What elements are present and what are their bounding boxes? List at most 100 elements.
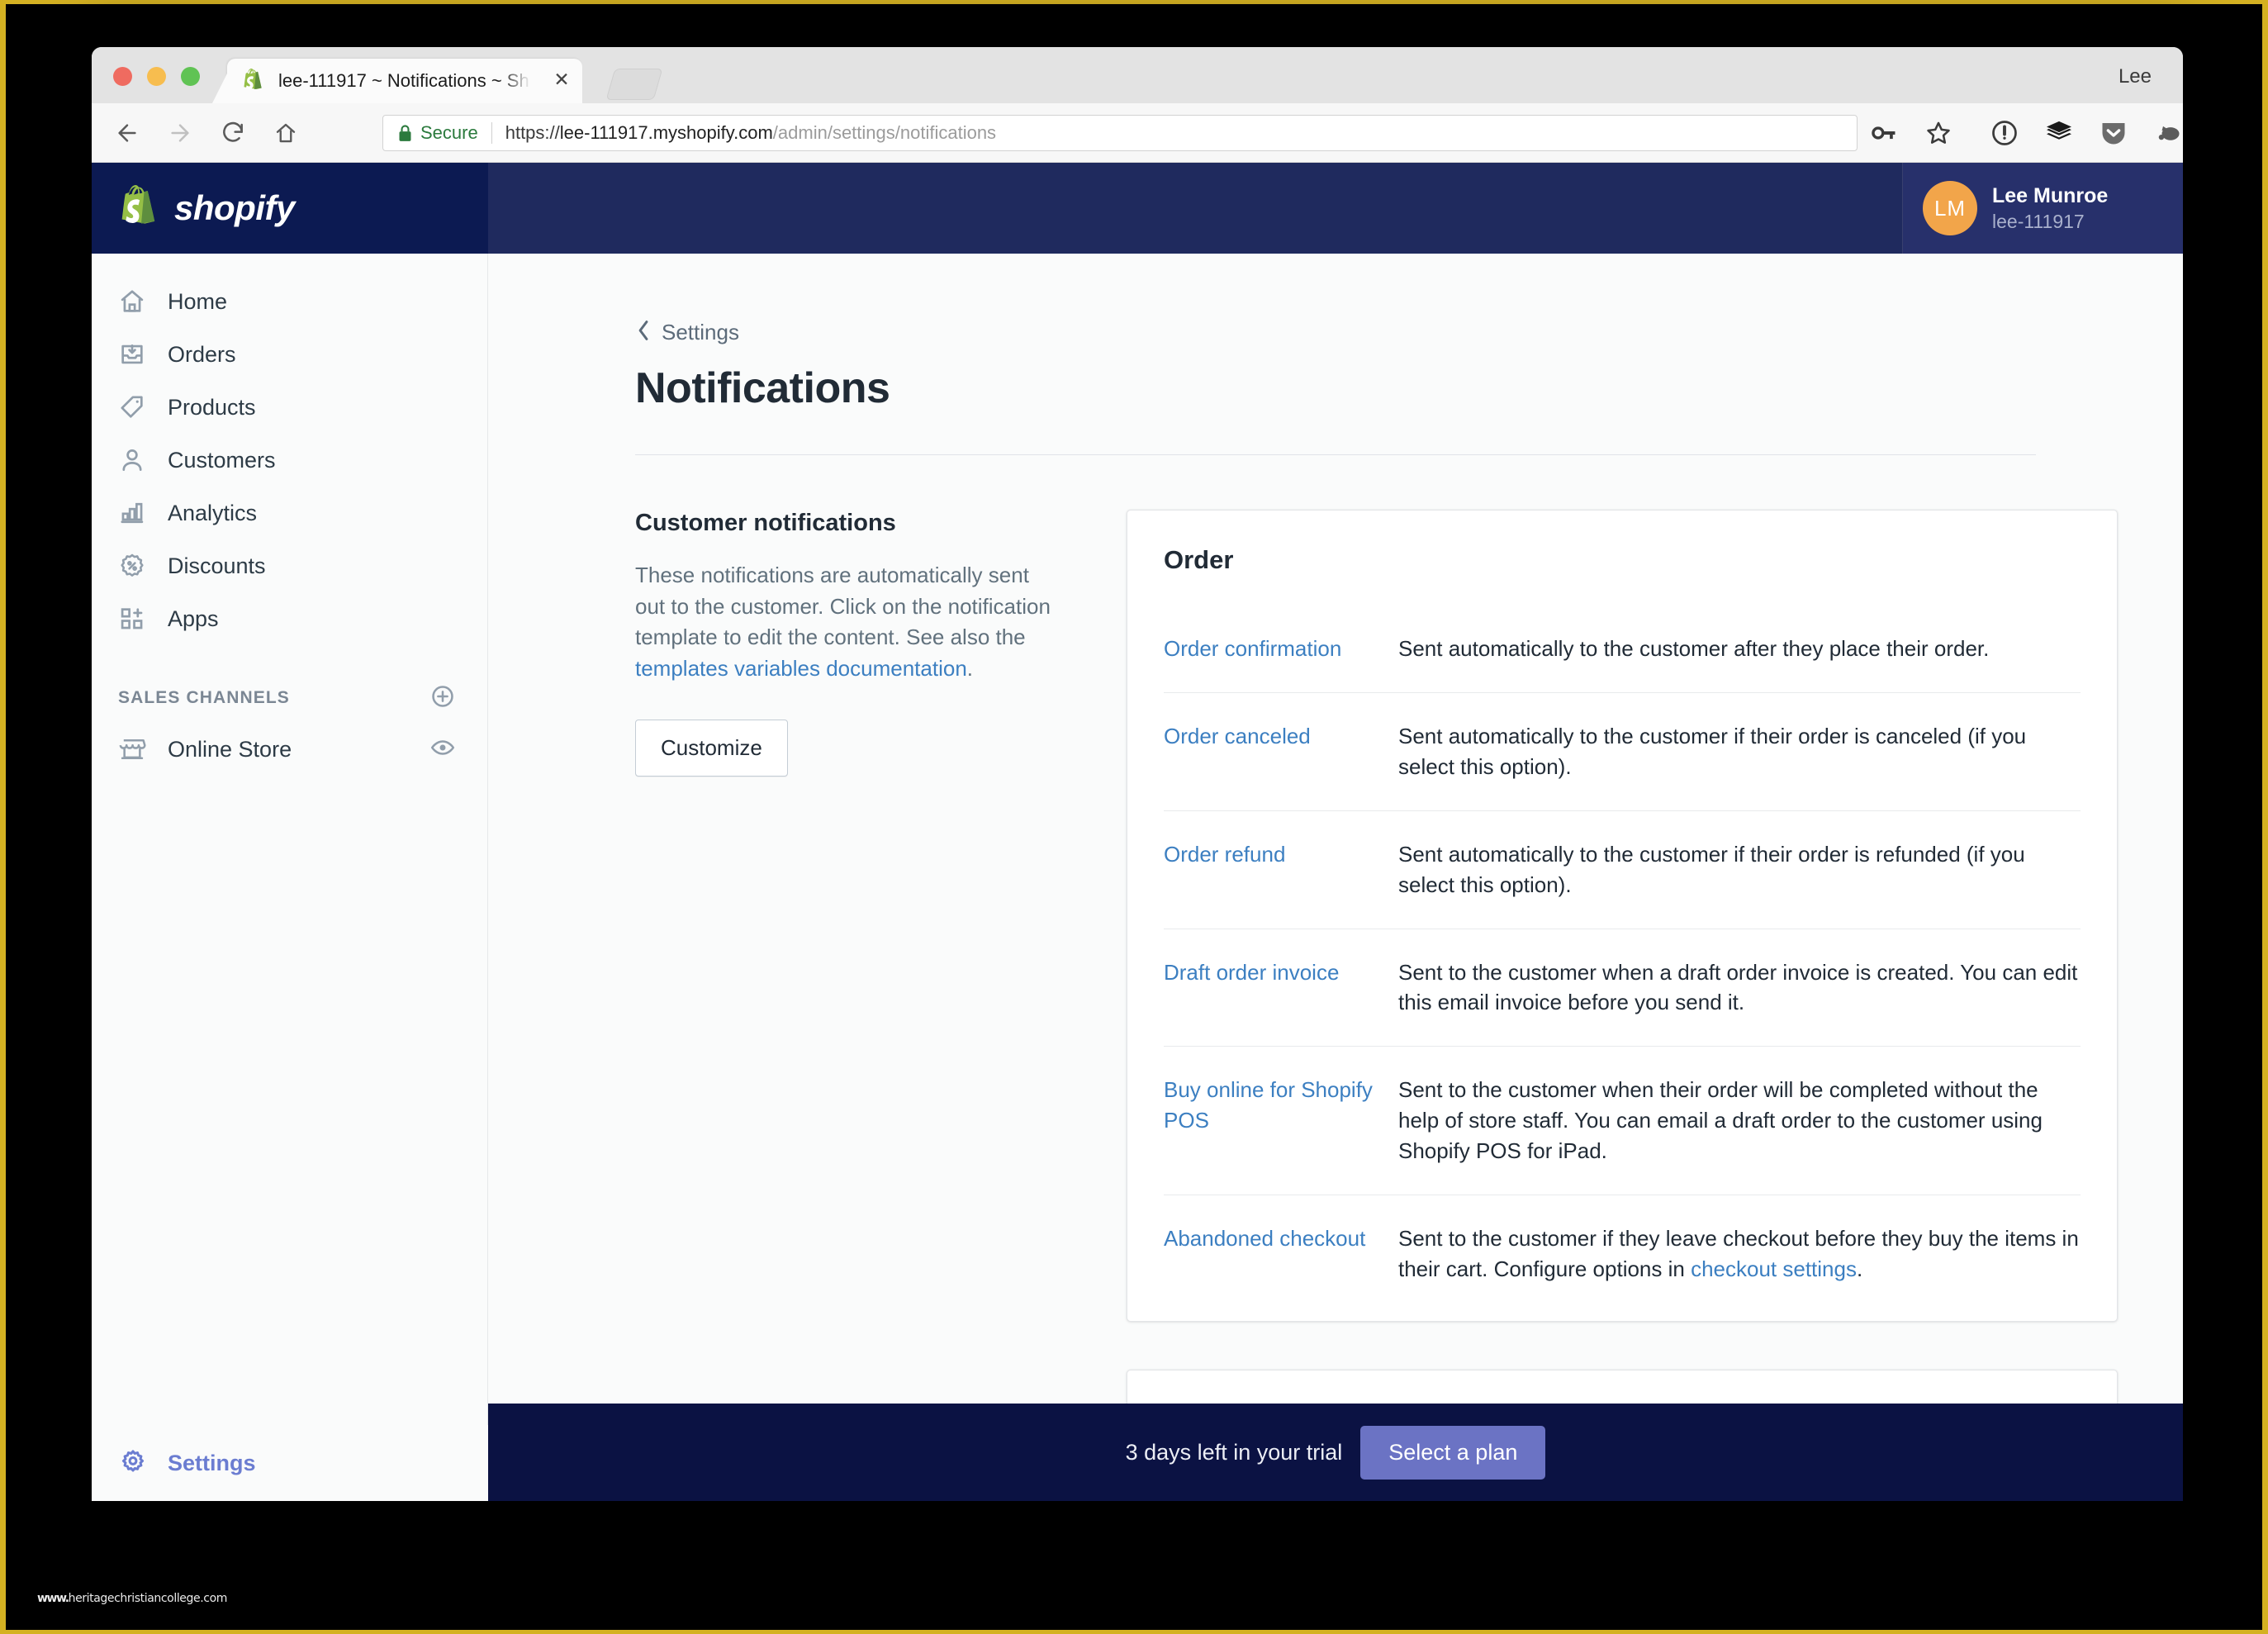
order-card: Order Order confirmation Sent automatica… <box>1127 510 2118 1322</box>
sidebar-item-label: Online Store <box>168 736 292 762</box>
buffer-layers-icon[interactable] <box>2043 116 2076 150</box>
sidebar-item-home[interactable]: Home <box>92 275 487 328</box>
sidebar-item-apps[interactable]: Apps <box>92 592 487 645</box>
user-store: lee-111917 <box>1992 210 2085 232</box>
notification-row[interactable]: Order canceled Sent automatically to the… <box>1164 691 2081 810</box>
notification-cards: Order Order confirmation Sent automatica… <box>1127 510 2118 1501</box>
trial-text: 3 days left in your trial <box>1125 1439 1343 1465</box>
tag-icon <box>118 393 154 421</box>
sidebar-item-label: Apps <box>168 606 219 631</box>
url-scheme: https:// <box>505 122 560 143</box>
profile-name-label[interactable]: Lee <box>2119 65 2152 88</box>
sidebar-item-label: Analytics <box>168 500 258 525</box>
notification-description: Sent automatically to the customer after… <box>1398 636 1990 661</box>
window-close-button[interactable] <box>113 67 132 86</box>
shopify-favicon-icon <box>242 69 267 93</box>
breadcrumb[interactable]: Settings <box>635 320 2183 345</box>
apps-grid-icon <box>118 605 154 633</box>
notification-description: Sent to the customer when their order wi… <box>1398 1077 2043 1164</box>
avatar: LM <box>1923 181 1977 235</box>
evernote-icon[interactable] <box>2152 116 2183 150</box>
new-tab-button[interactable] <box>605 69 663 100</box>
watermark: www.heritagechristiancollege.com <box>37 1592 227 1605</box>
sidebar-item-label: Customers <box>168 447 276 473</box>
browser-window: lee-111917 ~ Notifications ~ Sh ✕ Lee Se… <box>92 47 2183 1501</box>
forward-icon[interactable] <box>163 116 197 150</box>
title-divider <box>635 454 2036 455</box>
sidebar-item-settings[interactable]: Settings <box>92 1425 488 1501</box>
checkout-settings-link[interactable]: checkout settings <box>1691 1256 1857 1281</box>
sidebar-item-label: Discounts <box>168 553 266 578</box>
url-divider <box>491 122 492 144</box>
eye-icon[interactable] <box>429 734 456 765</box>
sidebar-item-label: Orders <box>168 341 236 367</box>
customize-button[interactable]: Customize <box>635 719 788 777</box>
notification-description-suffix: . <box>1856 1256 1863 1281</box>
sales-channels-title: SALES CHANNELS <box>118 688 290 707</box>
discount-badge-icon <box>118 552 154 580</box>
notification-description: Sent automatically to the customer if th… <box>1398 723 2027 779</box>
notification-row[interactable]: Buy online for Shopify POS Sent to the c… <box>1164 1046 2081 1195</box>
notification-row[interactable]: Abandoned checkout Sent to the customer … <box>1164 1195 2081 1321</box>
sidebar: Home Orders Products Customers Analytics… <box>92 254 488 1501</box>
sidebar-item-customers[interactable]: Customers <box>92 434 487 487</box>
url-text: https://lee-111917.myshopify.com/admin/s… <box>505 122 996 144</box>
plus-circle-icon[interactable] <box>429 683 456 714</box>
browser-tab[interactable]: lee-111917 ~ Notifications ~ Sh ✕ <box>227 59 582 103</box>
home-icon[interactable] <box>268 116 303 150</box>
sidebar-item-online-store[interactable]: Online Store <box>92 723 487 776</box>
back-icon[interactable] <box>110 116 145 150</box>
sidebar-item-orders[interactable]: Orders <box>92 328 487 381</box>
breadcrumb-label: Settings <box>662 320 739 344</box>
url-domain: lee-111917.myshopify.com <box>559 122 773 143</box>
sidebar-item-label: Home <box>168 288 228 314</box>
shopify-logo[interactable]: shopify <box>92 163 488 254</box>
notification-name-link[interactable]: Order confirmation <box>1164 634 1395 664</box>
notification-name-link[interactable]: Order canceled <box>1164 721 1395 782</box>
section-description-text: These notifications are automatically se… <box>635 563 1051 650</box>
notification-name-link[interactable]: Draft order invoice <box>1164 957 1395 1019</box>
pocket-icon[interactable] <box>2097 116 2130 150</box>
notification-row[interactable]: Draft order invoice Sent to the customer… <box>1164 928 2081 1047</box>
window-maximize-button[interactable] <box>181 67 200 86</box>
chevron-left-icon <box>635 320 652 345</box>
section-description: These notifications are automatically se… <box>635 560 1060 685</box>
notification-description: Sent automatically to the customer if th… <box>1398 841 2025 897</box>
reload-icon[interactable] <box>216 116 250 150</box>
sidebar-item-products[interactable]: Products <box>92 381 487 434</box>
star-icon[interactable] <box>1922 116 1955 150</box>
sales-channels-header: SALES CHANNELS <box>92 673 487 723</box>
shopify-bag-icon <box>118 184 164 232</box>
close-icon[interactable]: ✕ <box>553 71 571 90</box>
watermark-domain: heritagechristiancollege.com <box>68 1592 228 1605</box>
browser-toolbar: Secure https://lee-111917.myshopify.com/… <box>92 103 2183 163</box>
person-icon <box>118 446 154 474</box>
templates-variables-documentation-link[interactable]: templates variables documentation <box>635 656 967 681</box>
section-description-suffix: . <box>966 656 974 682</box>
user-name: Lee Munroe <box>1992 183 2109 207</box>
address-bar[interactable]: Secure https://lee-111917.myshopify.com/… <box>382 115 1858 151</box>
user-menu[interactable]: LM Lee Munroe lee-111917 <box>1902 163 2183 254</box>
notification-row[interactable]: Order refund Sent automatically to the c… <box>1164 810 2081 929</box>
notification-row[interactable]: Order confirmation Sent automatically to… <box>1164 605 2081 692</box>
notification-name-link[interactable]: Abandoned checkout <box>1164 1223 1395 1285</box>
select-a-plan-button[interactable]: Select a plan <box>1360 1425 1546 1480</box>
notification-name-link[interactable]: Buy online for Shopify POS <box>1164 1075 1395 1166</box>
sidebar-item-analytics[interactable]: Analytics <box>92 487 487 539</box>
user-meta: Lee Munroe lee-111917 <box>1992 184 2108 233</box>
browser-tab-strip: lee-111917 ~ Notifications ~ Sh ✕ Lee <box>92 47 2183 103</box>
orders-inbox-icon <box>118 340 154 368</box>
card-title: Order <box>1164 545 1234 574</box>
home-icon <box>118 287 154 316</box>
window-minimize-button[interactable] <box>147 67 166 86</box>
shopify-wordmark: shopify <box>174 188 295 227</box>
gear-icon <box>118 1448 154 1478</box>
browser-tab-title: lee-111917 ~ Notifications ~ Sh <box>278 70 529 91</box>
onepassword-icon[interactable] <box>1988 116 2021 150</box>
main-content: Settings Notifications Customer notifica… <box>488 254 2183 1501</box>
trial-banner: 3 days left in your trial Select a plan <box>488 1404 2183 1501</box>
lock-icon <box>398 124 412 142</box>
key-icon[interactable] <box>1867 116 1900 150</box>
notification-name-link[interactable]: Order refund <box>1164 839 1395 900</box>
sidebar-item-discounts[interactable]: Discounts <box>92 539 487 592</box>
